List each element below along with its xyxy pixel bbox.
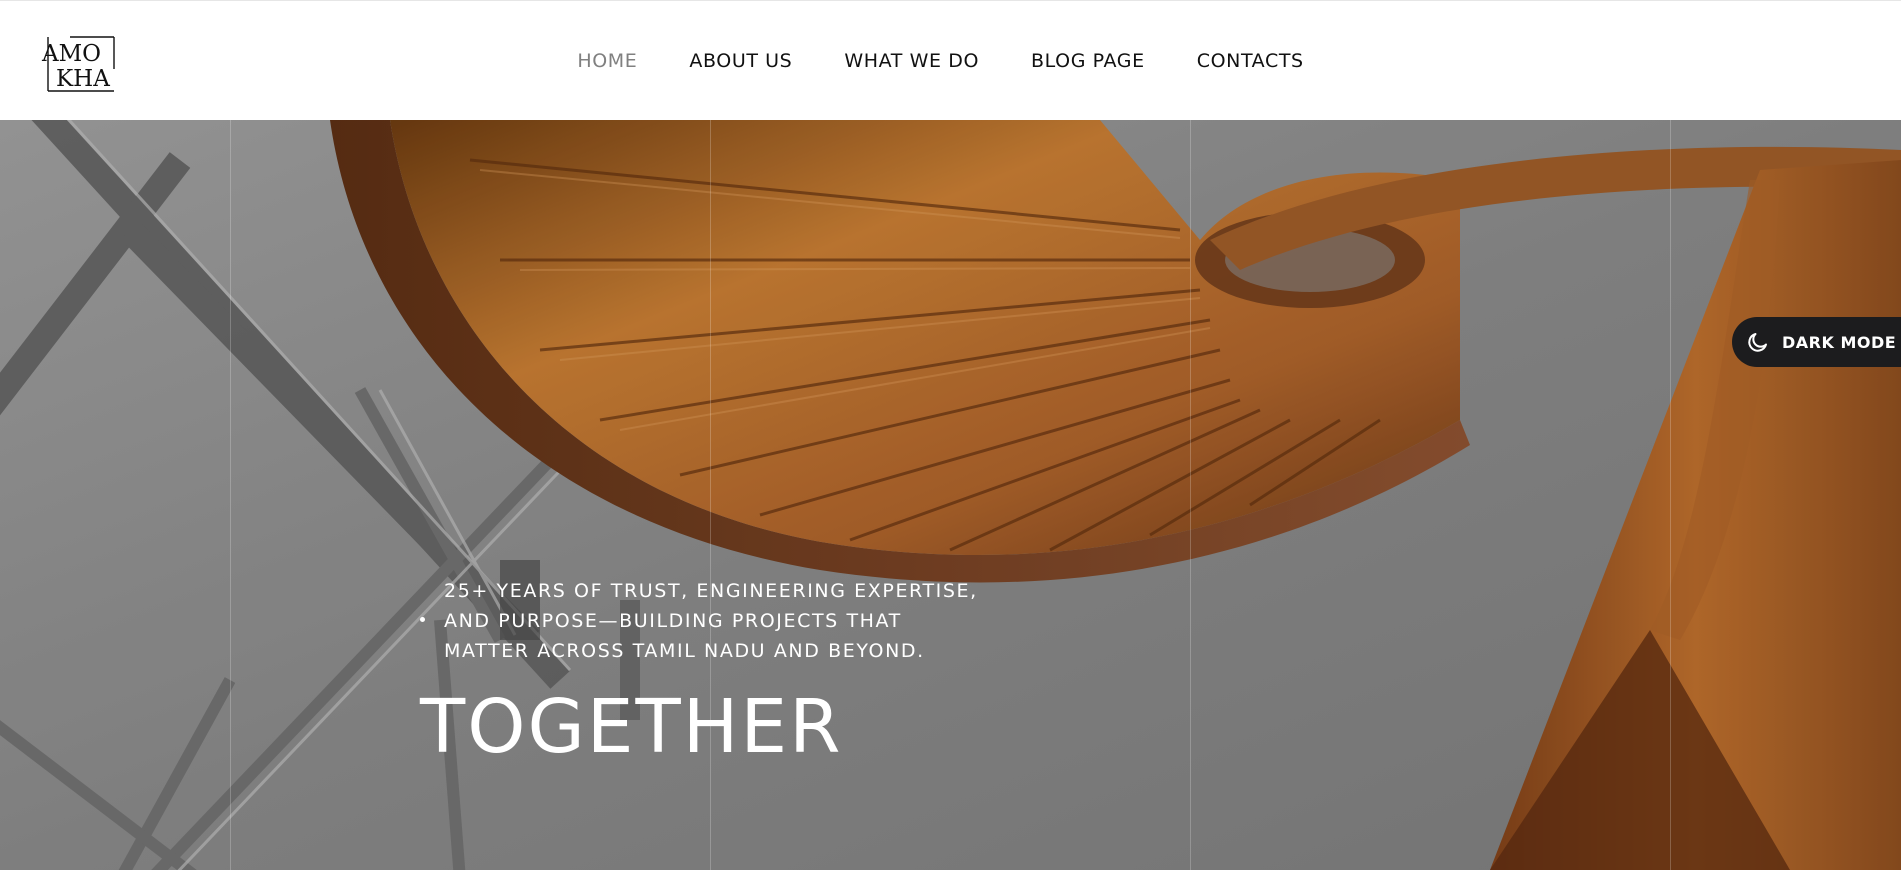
site-header: AMO KHA HOME ABOUT US WHAT WE DO BLOG PA… (0, 0, 1901, 120)
nav-blog-page[interactable]: BLOG PAGE (1031, 50, 1145, 72)
main-nav: HOME ABOUT US WHAT WE DO BLOG PAGE CONTA… (0, 1, 1901, 121)
tagline-line: MATTER ACROSS TAMIL NADU AND BEYOND. (444, 640, 925, 662)
nav-contacts[interactable]: CONTACTS (1197, 50, 1304, 72)
hero-tagline: 25+ YEARS OF TRUST, ENGINEERING EXPERTIS… (444, 576, 1004, 666)
grid-line (1190, 120, 1191, 870)
nav-home[interactable]: HOME (577, 50, 637, 72)
tagline-line: 25+ YEARS OF TRUST, ENGINEERING EXPERTIS… (444, 580, 978, 602)
hero-section: DARK MODE (0, 120, 1901, 870)
nav-about-us[interactable]: ABOUT US (689, 50, 792, 72)
dark-mode-label: DARK MODE (1782, 332, 1897, 352)
tagline-line: AND PURPOSE—BUILDING PROJECTS THAT (444, 610, 902, 632)
tagline-bullet (420, 617, 425, 622)
hero-headline: TOGETHER (420, 684, 843, 770)
hero-staircase-image (0, 120, 1901, 870)
grid-line (230, 120, 231, 870)
nav-what-we-do[interactable]: WHAT WE DO (844, 50, 979, 72)
moon-icon (1748, 333, 1767, 352)
grid-line (1670, 120, 1671, 870)
dark-mode-toggle[interactable]: DARK MODE (1732, 317, 1901, 367)
